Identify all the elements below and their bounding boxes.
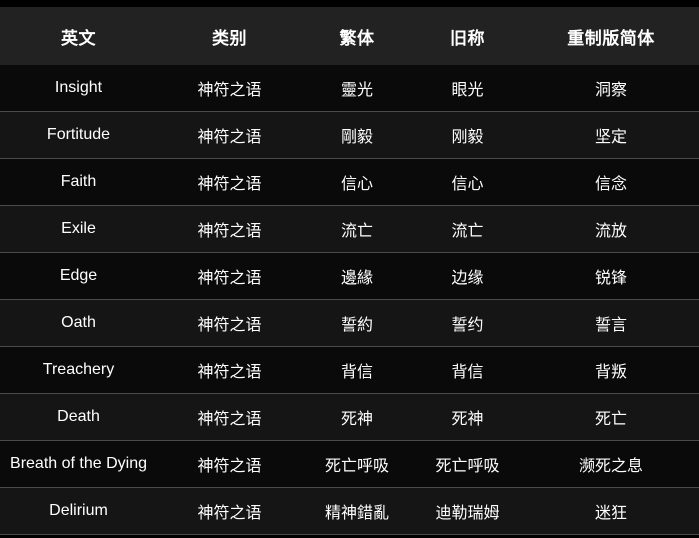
cell-trad: 靈光 [302, 65, 412, 112]
table-body: Insight 神符之语 靈光 眼光 洞察 Fortitude 神符之语 剛毅 刚毅 坚定 Fait… [0, 65, 699, 535]
cell-trad: 剛毅 [302, 111, 412, 159]
cell-trad: 誓約 [302, 299, 412, 347]
table-header-row: 英文 类别 繁体 旧称 重制版简体 [0, 7, 699, 65]
column-header-remaster-simplified[interactable]: 重制版简体 [523, 7, 699, 65]
column-header-english[interactable]: 英文 [0, 7, 157, 65]
table-head: 英文 类别 繁体 旧称 重制版简体 [0, 7, 699, 65]
cell-old: 死神 [412, 393, 523, 441]
cell-trad: 信心 [302, 158, 412, 206]
cell-trad: 精神錯亂 [302, 487, 412, 535]
rune-word-translation-table: 英文 类别 繁体 旧称 重制版简体 Insight 神符之语 靈光 眼光 洞察 Forti… [0, 7, 699, 535]
cell-old: 刚毅 [412, 111, 523, 159]
cell-category: 神符之语 [157, 393, 302, 441]
cell-category: 神符之语 [157, 158, 302, 206]
cell-english: Edge [0, 252, 157, 300]
cell-remaster: 流放 [523, 205, 699, 253]
table-row[interactable]: Exile 神符之语 流亡 流亡 流放 [0, 205, 699, 253]
cell-old: 迪勒瑞姆 [412, 487, 523, 535]
cell-remaster: 锐锋 [523, 252, 699, 300]
cell-trad: 背信 [302, 346, 412, 394]
cell-old: 死亡呼吸 [412, 440, 523, 488]
column-header-old-name[interactable]: 旧称 [412, 7, 523, 65]
cell-category: 神符之语 [157, 65, 302, 112]
table-row[interactable]: Treachery 神符之语 背信 背信 背叛 [0, 346, 699, 394]
table-row[interactable]: Breath of the Dying 神符之语 死亡呼吸 死亡呼吸 濒死之息 [0, 440, 699, 488]
cell-trad: 死神 [302, 393, 412, 441]
cell-english: Exile [0, 205, 157, 253]
table-row[interactable]: Edge 神符之语 邊緣 边缘 锐锋 [0, 252, 699, 300]
cell-remaster: 濒死之息 [523, 440, 699, 488]
cell-category: 神符之语 [157, 299, 302, 347]
cell-category: 神符之语 [157, 111, 302, 159]
cell-remaster: 迷狂 [523, 487, 699, 535]
cell-old: 背信 [412, 346, 523, 394]
table-row[interactable]: Fortitude 神符之语 剛毅 刚毅 坚定 [0, 111, 699, 159]
cell-category: 神符之语 [157, 346, 302, 394]
column-header-traditional[interactable]: 繁体 [302, 7, 412, 65]
cell-remaster: 誓言 [523, 299, 699, 347]
cell-english: Fortitude [0, 111, 157, 159]
cell-english: Death [0, 393, 157, 441]
cell-remaster: 信念 [523, 158, 699, 206]
cell-trad: 死亡呼吸 [302, 440, 412, 488]
page-root: 英文 类别 繁体 旧称 重制版简体 Insight 神符之语 靈光 眼光 洞察 Forti… [0, 0, 699, 538]
table-container: 英文 类别 繁体 旧称 重制版简体 Insight 神符之语 靈光 眼光 洞察 Forti… [0, 7, 699, 535]
cell-remaster: 死亡 [523, 393, 699, 441]
table-row[interactable]: Delirium 神符之语 精神錯亂 迪勒瑞姆 迷狂 [0, 487, 699, 535]
column-header-category[interactable]: 类别 [157, 7, 302, 65]
table-row[interactable]: Insight 神符之语 靈光 眼光 洞察 [0, 65, 699, 112]
cell-english: Faith [0, 158, 157, 206]
cell-remaster: 洞察 [523, 65, 699, 112]
cell-old: 誓约 [412, 299, 523, 347]
cell-english: Oath [0, 299, 157, 347]
cell-old: 信心 [412, 158, 523, 206]
table-row[interactable]: Oath 神符之语 誓約 誓约 誓言 [0, 299, 699, 347]
cell-trad: 邊緣 [302, 252, 412, 300]
cell-category: 神符之语 [157, 205, 302, 253]
cell-remaster: 坚定 [523, 111, 699, 159]
cell-category: 神符之语 [157, 252, 302, 300]
cell-old: 边缘 [412, 252, 523, 300]
cell-category: 神符之语 [157, 487, 302, 535]
cell-old: 眼光 [412, 65, 523, 112]
cell-remaster: 背叛 [523, 346, 699, 394]
cell-old: 流亡 [412, 205, 523, 253]
cell-english: Treachery [0, 346, 157, 394]
table-row[interactable]: Death 神符之语 死神 死神 死亡 [0, 393, 699, 441]
top-spacer [0, 0, 699, 7]
table-row[interactable]: Faith 神符之语 信心 信心 信念 [0, 158, 699, 206]
cell-category: 神符之语 [157, 440, 302, 488]
cell-english: Delirium [0, 487, 157, 535]
cell-trad: 流亡 [302, 205, 412, 253]
cell-english: Insight [0, 65, 157, 112]
cell-english: Breath of the Dying [0, 440, 157, 488]
